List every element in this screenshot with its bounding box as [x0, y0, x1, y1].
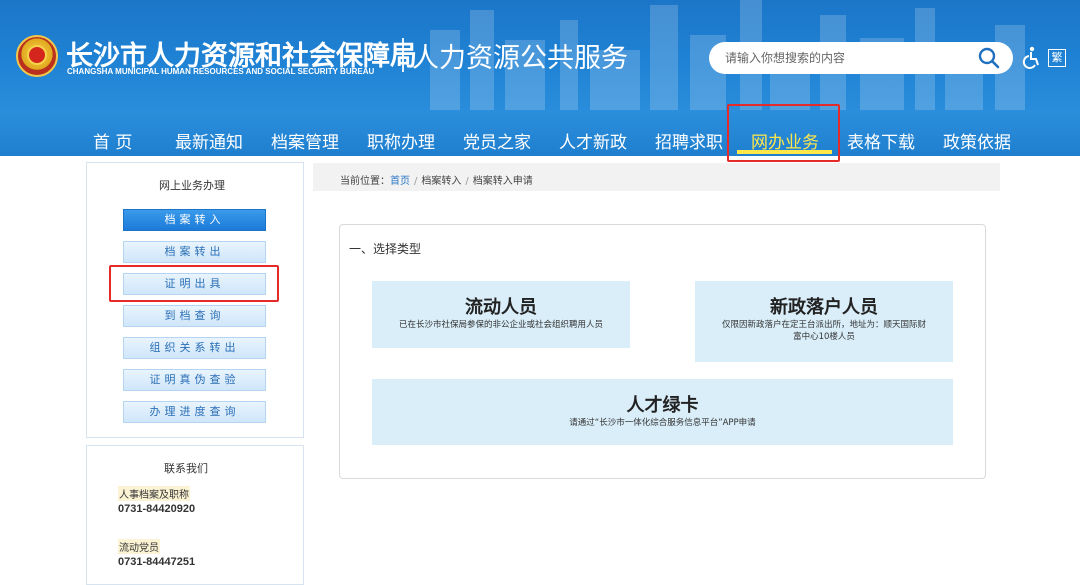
title-divider [402, 38, 404, 72]
card-title: 流动人员 [465, 297, 537, 318]
highlight-box-nav [727, 104, 840, 162]
traditional-chinese-toggle[interactable]: 繁 [1048, 49, 1066, 67]
sidebar-item-archive-out[interactable]: 档案转出 [123, 241, 266, 263]
card-description: 仅限因新政落户在定王台派出所，地址为：顺天国际财富中心10楼人员 [721, 320, 926, 342]
search-icon[interactable] [977, 46, 1001, 70]
sidebar-item-verify-certificate[interactable]: 证明真伪查验 [123, 369, 266, 391]
site-subtitle: 人力资源公共服务 [412, 43, 628, 74]
nav-item-talent-policy[interactable]: 人才新政 [559, 128, 627, 153]
sidebar-item-archive-query[interactable]: 到档查询 [123, 305, 266, 327]
breadcrumb-home-link[interactable]: 首页 [390, 176, 410, 187]
breadcrumb-current: 档案转入申请 [472, 176, 533, 187]
site-header: 长沙市人力资源和社会保障局 CHANGSHA MUNICIPAL HUMAN R… [0, 0, 1080, 110]
sidebar-title: 网上业务办理 [159, 179, 225, 192]
breadcrumb-item[interactable]: 档案转入 [421, 176, 461, 187]
card-talent-green-card[interactable]: 人才绿卡 请通过“长沙市一体化综合服务信息平台”APP申请 [372, 379, 953, 445]
card-new-policy-residents[interactable]: 新政落户人员 仅限因新政落户在定王台派出所，地址为：顺天国际财富中心10楼人员 [695, 281, 953, 362]
highlight-box-sidebar [109, 265, 279, 302]
breadcrumb: 当前位置：首页 / 档案转入 / 档案转入申请 [340, 172, 533, 187]
accessibility-icon[interactable] [1022, 46, 1042, 70]
nav-item-party[interactable]: 党员之家 [463, 128, 531, 153]
breadcrumb-separator: / [465, 176, 469, 187]
contact-label: 流动党员 [118, 539, 160, 554]
search-input[interactable] [725, 48, 975, 68]
card-description: 已在长沙市社保局参保的非公企业或社会组织聘用人员 [398, 320, 603, 330]
card-description: 请通过“长沙市一体化综合服务信息平台”APP申请 [569, 418, 756, 428]
nav-item-archives[interactable]: 档案管理 [271, 128, 339, 153]
national-emblem-icon [16, 35, 58, 77]
card-title: 人才绿卡 [626, 395, 699, 416]
nav-item-forms[interactable]: 表格下载 [847, 128, 915, 153]
nav-item-policy-basis[interactable]: 政策依据 [943, 128, 1011, 153]
section-title: 一、选择类型 [349, 242, 422, 256]
search-box [709, 42, 1013, 74]
card-floating-personnel[interactable]: 流动人员 已在长沙市社保局参保的非公企业或社会组织聘用人员 [372, 281, 630, 348]
nav-item-titles[interactable]: 职称办理 [367, 128, 435, 153]
sidebar-item-progress-query[interactable]: 办理进度查询 [123, 401, 266, 423]
sidebar-item-org-transfer[interactable]: 组织关系转出 [123, 337, 266, 359]
breadcrumb-prefix: 当前位置： [340, 176, 390, 187]
breadcrumb-separator: / [414, 176, 418, 187]
sidebar-item-archive-in[interactable]: 档案转入 [123, 209, 266, 231]
nav-item-home[interactable]: 首 页 [93, 128, 132, 153]
nav-item-notices[interactable]: 最新通知 [175, 128, 243, 153]
site-title-english: CHANGSHA MUNICIPAL HUMAN RESOURCES AND S… [67, 67, 375, 76]
contact-phone: 0731-84447251 [118, 556, 196, 568]
card-title: 新政落户人员 [770, 297, 878, 318]
nav-item-jobs[interactable]: 招聘求职 [655, 128, 723, 153]
contact-label: 人事档案及职称 [118, 486, 190, 501]
contact-phone: 0731-84420920 [118, 503, 196, 515]
contact-title: 联系我们 [164, 462, 208, 475]
main-nav: 首 页 最新通知 档案管理 职称办理 党员之家 人才新政 招聘求职 网办业务 表… [0, 110, 1080, 156]
